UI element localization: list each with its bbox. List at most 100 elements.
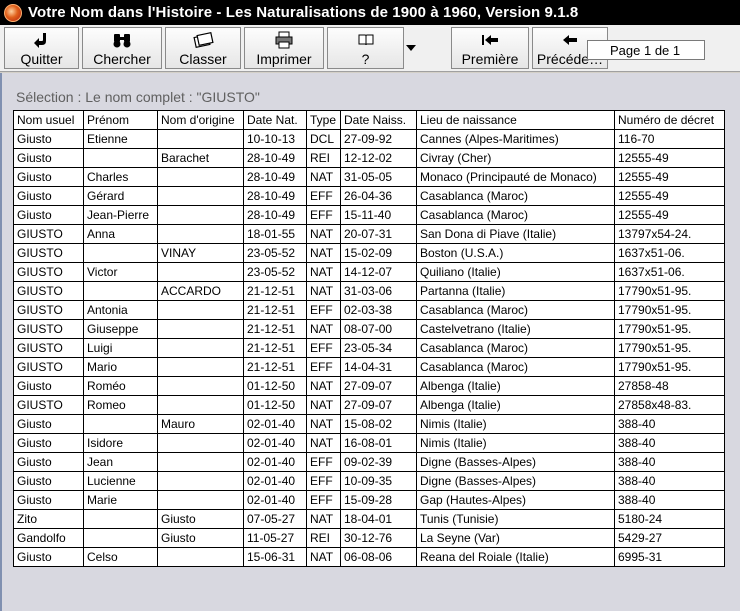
table-row[interactable]: Giusto Jean-Pierre 28-10-49 EFF 15-11-40 Casa… <box>13 205 725 225</box>
table-row[interactable]: GIUSTO Victor 23-05-52 NAT 14-12-07 Quiliano … <box>13 262 725 282</box>
quit-button[interactable]: Quitter <box>4 27 79 69</box>
table-cell <box>157 433 244 453</box>
table-cell: Partanna (Italie) <box>416 281 615 301</box>
column-header[interactable]: Prénom <box>83 110 158 130</box>
first-page-button[interactable]: Première <box>451 27 529 69</box>
table-cell: 388-40 <box>614 452 725 472</box>
table-cell: Roméo <box>83 376 158 396</box>
table-row[interactable]: Giusto Gérard 28-10-49 EFF 26-04-36 Casablanc… <box>13 186 725 206</box>
table-row[interactable]: GIUSTO Anna 18-01-55 NAT 20-07-31 San Dona di… <box>13 224 725 244</box>
app-logo-icon <box>4 3 22 22</box>
table-cell: 21-12-51 <box>243 319 307 339</box>
table-row[interactable]: Giusto Mauro 02-01-40 NAT 15-08-02 Nimis (Ita… <box>13 414 725 434</box>
table-cell: 30-12-76 <box>340 528 417 548</box>
column-header[interactable]: Nom usuel <box>13 110 84 130</box>
sort-cards-icon <box>191 30 215 50</box>
table-cell: 5180-24 <box>614 509 725 529</box>
table-row[interactable]: GIUSTO Antonia 21-12-51 EFF 02-03-38 Casablan… <box>13 300 725 320</box>
table-cell <box>157 395 244 415</box>
table-cell: 10-10-13 <box>243 129 307 149</box>
table-row[interactable]: Giusto Isidore 02-01-40 NAT 16-08-01 Nimis (I… <box>13 433 725 453</box>
table-cell: Celso <box>83 547 158 567</box>
table-cell: EFF <box>306 357 341 377</box>
table-cell: REI <box>306 528 341 548</box>
table-cell: Marie <box>83 490 158 510</box>
table-cell: 06-08-06 <box>340 547 417 567</box>
table-cell: 27858-48 <box>614 376 725 396</box>
table-cell: NAT <box>306 547 341 567</box>
print-button[interactable]: Imprimer <box>244 27 324 69</box>
column-header[interactable]: Date Naiss. <box>340 110 417 130</box>
table-row[interactable]: Giusto Marie 02-01-40 EFF 15-09-28 Gap (Haute… <box>13 490 725 510</box>
table-row[interactable]: GIUSTO Giuseppe 21-12-51 NAT 08-07-00 Castelv… <box>13 319 725 339</box>
table-cell: 10-09-35 <box>340 471 417 491</box>
help-button[interactable]: ? <box>327 27 404 69</box>
table-cell: 02-01-40 <box>243 471 307 491</box>
table-cell: 15-09-28 <box>340 490 417 510</box>
table-cell: 12-12-02 <box>340 148 417 168</box>
table-row[interactable]: Giusto Roméo 01-12-50 NAT 27-09-07 Albenga (I… <box>13 376 725 396</box>
table-row[interactable]: Giusto Jean 02-01-40 EFF 09-02-39 Digne (Bass… <box>13 452 725 472</box>
table-row[interactable]: Giusto Charles 28-10-49 NAT 31-05-05 Monaco (… <box>13 167 725 187</box>
table-cell: Charles <box>83 167 158 187</box>
sort-button[interactable]: Classer <box>165 27 241 69</box>
table-cell: Giusto <box>13 433 84 453</box>
table-cell: NAT <box>306 243 341 263</box>
table-cell: 21-12-51 <box>243 338 307 358</box>
table-cell: NAT <box>306 395 341 415</box>
column-header[interactable]: Date Nat. <box>243 110 307 130</box>
table-cell: San Dona di Piave (Italie) <box>416 224 615 244</box>
table-row[interactable]: Gandolfo Giusto 11-05-27 REI 30-12-76 La Seyn… <box>13 528 725 548</box>
table-cell: Etienne <box>83 129 158 149</box>
table-cell: Lucienne <box>83 471 158 491</box>
table-row[interactable]: Giusto Celso 15-06-31 NAT 06-08-06 Reana del … <box>13 547 725 567</box>
quit-button-label: Quitter <box>20 51 63 67</box>
table-row[interactable]: Zito Giusto 07-05-27 NAT 18-04-01 Tunis (Tuni… <box>13 509 725 529</box>
table-cell: Gandolfo <box>13 528 84 548</box>
table-cell: Barachet <box>157 148 244 168</box>
table-cell: Giusto <box>157 528 244 548</box>
table-cell: NAT <box>306 376 341 396</box>
search-button[interactable]: Chercher <box>82 27 162 69</box>
table-cell: 12555-49 <box>614 167 725 187</box>
table-row[interactable]: GIUSTO Romeo 01-12-50 NAT 27-09-07 Albenga (I… <box>13 395 725 415</box>
table-cell: Giusto <box>13 186 84 206</box>
table-header-row: Nom usuel Prénom Nom d'origine Date Nat.… <box>13 110 725 130</box>
table-row[interactable]: Giusto Lucienne 02-01-40 EFF 10-09-35 Digne (… <box>13 471 725 491</box>
table-cell: 17790x51-95. <box>614 281 725 301</box>
table-cell: Giuseppe <box>83 319 158 339</box>
table-row[interactable]: GIUSTO Luigi 21-12-51 EFF 23-05-34 Casablanca… <box>13 338 725 358</box>
table-cell: Casablanca (Maroc) <box>416 300 615 320</box>
table-row[interactable]: GIUSTO VINAY 23-05-52 NAT 15-02-09 Boston (U.… <box>13 243 725 263</box>
column-header[interactable]: Numéro de décret <box>614 110 725 130</box>
column-header[interactable]: Nom d'origine <box>157 110 244 130</box>
table-row[interactable]: Giusto Barachet 28-10-49 REI 12-12-02 Civray … <box>13 148 725 168</box>
table-cell <box>157 319 244 339</box>
sort-button-label: Classer <box>179 51 227 67</box>
table-cell: NAT <box>306 319 341 339</box>
table-cell: 02-01-40 <box>243 414 307 434</box>
column-header[interactable]: Lieu de naissance <box>416 110 615 130</box>
table-cell: 17790x51-95. <box>614 319 725 339</box>
table-row[interactable]: Giusto Etienne 10-10-13 DCL 27-09-92 Cannes (… <box>13 129 725 149</box>
table-cell: 388-40 <box>614 490 725 510</box>
table-cell: 18-01-55 <box>243 224 307 244</box>
table-cell: Digne (Basses-Alpes) <box>416 471 615 491</box>
table-cell: 116-70 <box>614 129 725 149</box>
window-title: Votre Nom dans l'Histoire - Les Naturali… <box>28 4 579 21</box>
table-cell: Jean-Pierre <box>83 205 158 225</box>
table-cell <box>157 547 244 567</box>
table-row[interactable]: GIUSTO Mario 21-12-51 EFF 14-04-31 Casablanca… <box>13 357 725 377</box>
table-cell <box>157 129 244 149</box>
table-cell: 12555-49 <box>614 186 725 206</box>
column-header[interactable]: Type <box>306 110 341 130</box>
table-cell: Giusto <box>13 414 84 434</box>
help-dropdown-chevron-icon[interactable] <box>403 38 419 58</box>
table-cell: EFF <box>306 205 341 225</box>
table-cell: GIUSTO <box>13 300 84 320</box>
previous-arrow-icon <box>558 30 582 50</box>
table-cell: 13797x54-24. <box>614 224 725 244</box>
table-cell <box>83 243 158 263</box>
table-cell: Boston (U.S.A.) <box>416 243 615 263</box>
table-row[interactable]: GIUSTO ACCARDO 21-12-51 NAT 31-03-06 Partanna… <box>13 281 725 301</box>
